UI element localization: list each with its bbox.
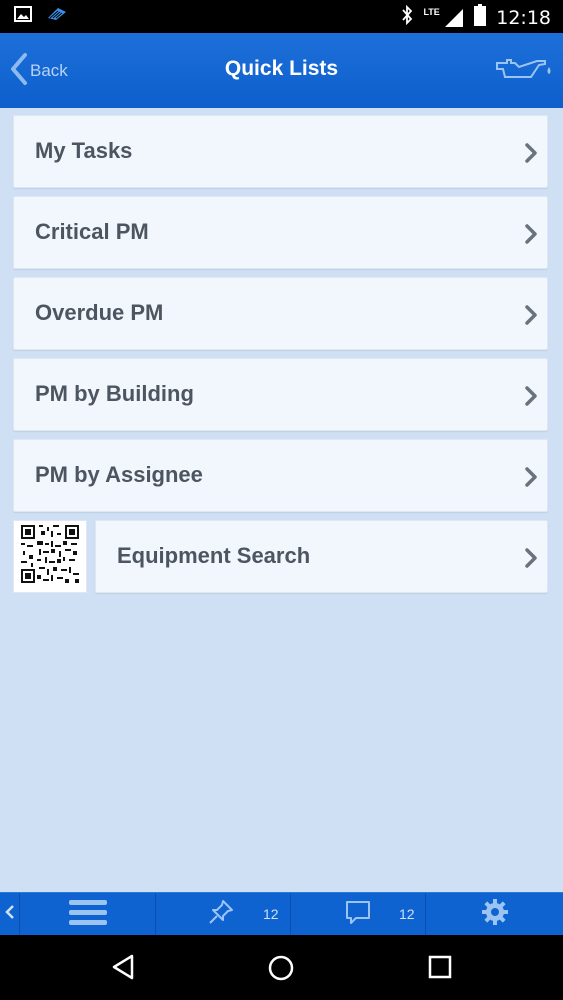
oil-can-icon[interactable] — [493, 55, 553, 90]
menu-button[interactable] — [20, 893, 156, 936]
app-notification-icon — [46, 6, 68, 27]
list-item-equipment-search[interactable]: Equipment Search — [95, 520, 548, 593]
pins-count: 12 — [263, 906, 279, 922]
gear-icon — [481, 898, 509, 931]
list-item-label: Overdue PM — [35, 300, 164, 325]
chevron-right-icon — [523, 547, 539, 574]
chevron-right-icon — [523, 223, 539, 250]
signal-icon: LTE — [423, 6, 464, 28]
list-item-label: PM by Assignee — [35, 462, 203, 487]
bluetooth-icon — [401, 4, 413, 30]
list-item-overdue-pm[interactable]: Overdue PM — [13, 277, 548, 350]
back-nav-icon[interactable] — [110, 953, 136, 986]
status-bar: LTE 12:18 — [0, 0, 563, 33]
network-type: LTE — [423, 6, 440, 17]
list-item-label: My Tasks — [35, 138, 133, 163]
system-navigation-bar — [0, 935, 563, 1000]
pin-icon — [207, 898, 235, 931]
image-notification-icon — [14, 6, 32, 27]
recents-nav-icon[interactable] — [428, 955, 452, 984]
pins-button[interactable]: 12 — [156, 893, 291, 936]
chevron-right-icon — [523, 304, 539, 331]
list-item-my-tasks[interactable]: My Tasks — [13, 115, 548, 188]
qr-code-icon — [21, 525, 79, 588]
messages-button[interactable]: 12 — [291, 893, 426, 936]
list-item-pm-by-building[interactable]: PM by Building — [13, 358, 548, 431]
qr-code-scan-button[interactable] — [13, 520, 87, 593]
bottom-toolbar: 12 12 — [0, 892, 563, 936]
equipment-search-row: Equipment Search — [13, 520, 548, 593]
list-item-critical-pm[interactable]: Critical PM — [13, 196, 548, 269]
quick-lists: My Tasks Critical PM Overdue PM PM by Bu… — [13, 115, 548, 593]
chevron-right-icon — [523, 142, 539, 169]
list-item-label: PM by Building — [35, 381, 194, 406]
collapse-toolbar-button[interactable] — [0, 893, 20, 936]
app-header: Back Quick Lists — [0, 33, 563, 108]
chevron-left-icon — [4, 904, 15, 925]
messages-count: 12 — [399, 906, 415, 922]
clock: 12:18 — [496, 6, 551, 29]
list-item-pm-by-assignee[interactable]: PM by Assignee — [13, 439, 548, 512]
list-item-label: Critical PM — [35, 219, 149, 244]
battery-icon — [474, 4, 487, 31]
list-item-label: Equipment Search — [117, 543, 311, 568]
home-nav-icon[interactable] — [267, 954, 295, 987]
page-title: Quick Lists — [224, 57, 339, 80]
hamburger-menu-icon — [68, 898, 107, 931]
settings-button[interactable] — [426, 893, 563, 936]
chevron-right-icon — [523, 466, 539, 493]
chevron-right-icon — [523, 385, 539, 412]
chat-bubble-icon — [344, 898, 372, 931]
